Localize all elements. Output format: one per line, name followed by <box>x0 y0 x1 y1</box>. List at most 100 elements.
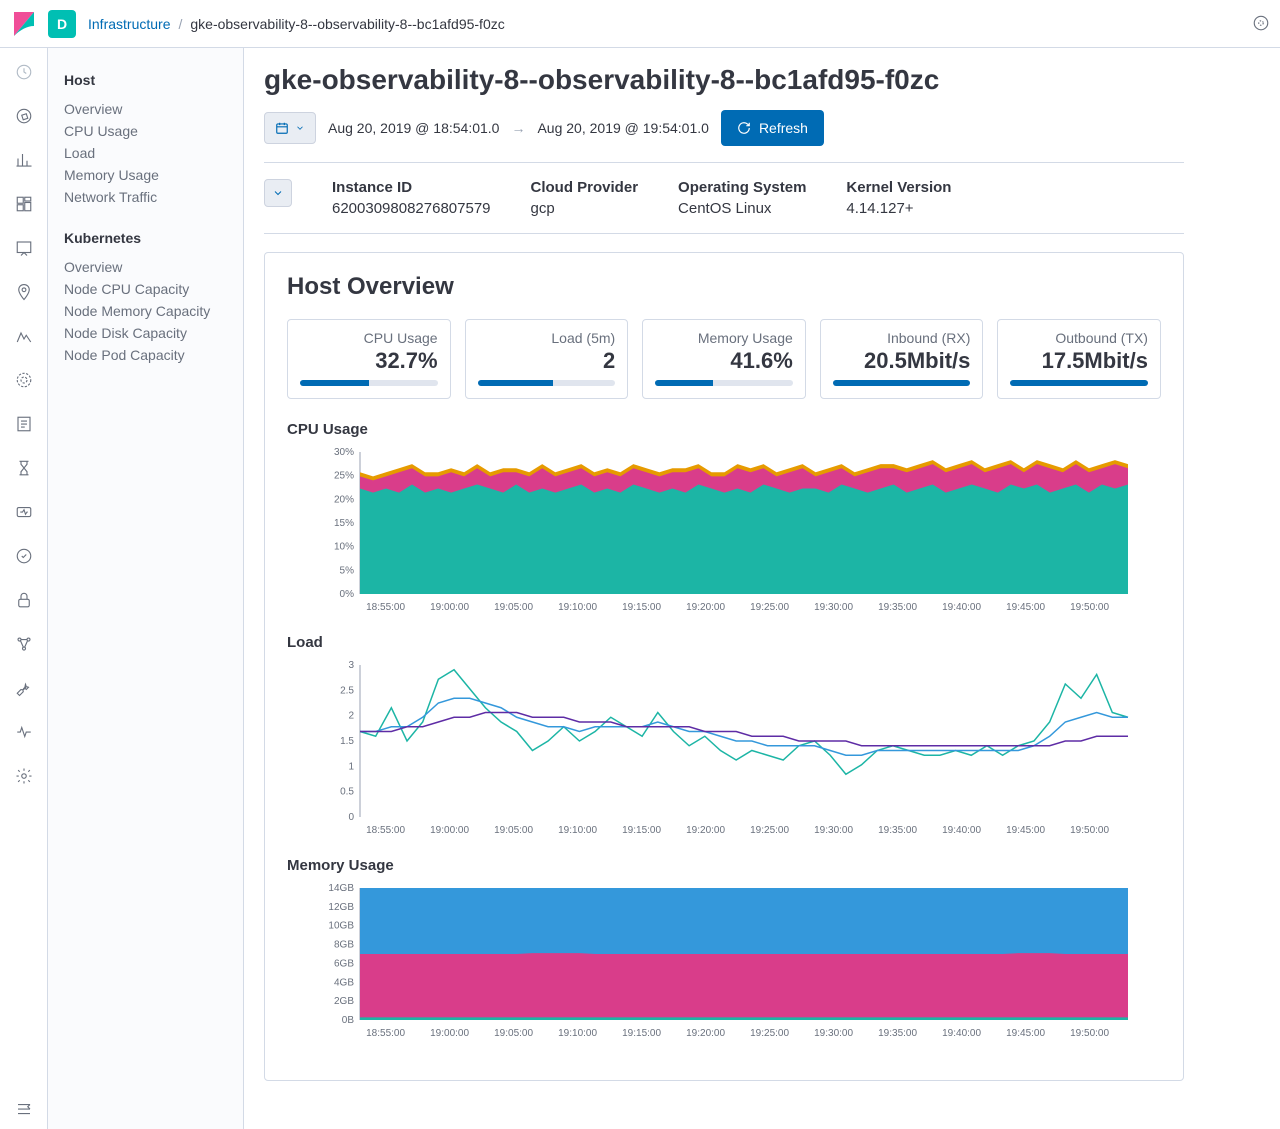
sidenav-item-overview[interactable]: Overview <box>64 98 227 120</box>
sidenav-item-node-pod[interactable]: Node Pod Capacity <box>64 344 227 366</box>
topbar: D Infrastructure / gke-observability-8--… <box>0 0 1280 48</box>
svg-text:10GB: 10GB <box>328 921 354 932</box>
discover-icon[interactable] <box>12 104 36 128</box>
logs-icon[interactable] <box>12 412 36 436</box>
svg-text:10%: 10% <box>334 542 354 553</box>
ml-icon[interactable] <box>12 324 36 348</box>
svg-text:30%: 30% <box>334 447 354 458</box>
meta-kernel: Kernel Version 4.14.127+ <box>846 179 951 217</box>
svg-text:19:25:00: 19:25:00 <box>750 1028 789 1039</box>
canvas-icon[interactable] <box>12 236 36 260</box>
svg-text:1.5: 1.5 <box>340 736 354 747</box>
svg-text:19:45:00: 19:45:00 <box>1006 1028 1045 1039</box>
siem-icon[interactable] <box>12 544 36 568</box>
sidenav-item-memory[interactable]: Memory Usage <box>64 164 227 186</box>
svg-text:19:10:00: 19:10:00 <box>558 1028 597 1039</box>
panel-title: Host Overview <box>287 273 1161 301</box>
date-picker-button[interactable] <box>264 112 316 144</box>
svg-text:19:50:00: 19:50:00 <box>1070 602 1109 613</box>
svg-text:19:35:00: 19:35:00 <box>878 602 917 613</box>
breadcrumb-parent[interactable]: Infrastructure <box>88 16 170 32</box>
meta-os: Operating System CentOS Linux <box>678 179 806 217</box>
content-area: gke-observability-8--observability-8--bc… <box>244 48 1280 1129</box>
stat-card: Memory Usage 41.6% <box>642 319 806 399</box>
dev-tools-icon[interactable] <box>12 676 36 700</box>
host-overview-panel: Host Overview CPU Usage 32.7% Load (5m) … <box>264 252 1184 1081</box>
svg-text:19:20:00: 19:20:00 <box>686 1028 725 1039</box>
svg-text:19:30:00: 19:30:00 <box>814 1028 853 1039</box>
meta-row: Instance ID 6200309808276807579 Cloud Pr… <box>264 162 1184 234</box>
refresh-icon <box>737 121 751 135</box>
svg-text:19:40:00: 19:40:00 <box>942 825 981 836</box>
collapse-icon[interactable] <box>12 1097 36 1121</box>
chart-cpu: CPU Usage 0%5%10%15%20%25%30%18:55:0019:… <box>287 421 1161 616</box>
sidenav-item-node-mem[interactable]: Node Memory Capacity <box>64 300 227 322</box>
sidenav-item-cpu[interactable]: CPU Usage <box>64 120 227 142</box>
uptime-icon[interactable] <box>12 500 36 524</box>
svg-text:4GB: 4GB <box>334 977 354 988</box>
chevron-down-icon <box>272 187 284 199</box>
sidenav-item-network[interactable]: Network Traffic <box>64 186 227 208</box>
svg-text:19:05:00: 19:05:00 <box>494 1028 533 1039</box>
sidenav-item-load[interactable]: Load <box>64 142 227 164</box>
space-badge[interactable]: D <box>48 10 76 38</box>
arrow-right-icon: → <box>511 120 525 136</box>
breadcrumb-current: gke-observability-8--observability-8--bc… <box>190 16 504 32</box>
svg-text:19:40:00: 19:40:00 <box>942 602 981 613</box>
svg-text:3: 3 <box>348 660 354 671</box>
sidenav-item-k8s-overview[interactable]: Overview <box>64 256 227 278</box>
monitoring-icon[interactable] <box>12 720 36 744</box>
svg-text:18:55:00: 18:55:00 <box>366 1028 405 1039</box>
infrastructure-icon[interactable] <box>12 368 36 392</box>
svg-text:18:55:00: 18:55:00 <box>366 825 405 836</box>
meta-instance-id: Instance ID 6200309808276807579 <box>332 179 491 217</box>
svg-text:19:10:00: 19:10:00 <box>558 825 597 836</box>
svg-text:19:35:00: 19:35:00 <box>878 1028 917 1039</box>
sidenav-heading-host: Host <box>64 72 227 88</box>
refresh-button[interactable]: Refresh <box>721 110 824 146</box>
svg-text:19:15:00: 19:15:00 <box>622 602 661 613</box>
svg-text:0: 0 <box>348 812 354 823</box>
stat-row: CPU Usage 32.7% Load (5m) 2 Memory Usage… <box>287 319 1161 399</box>
svg-text:0.5: 0.5 <box>340 787 354 798</box>
svg-text:18:55:00: 18:55:00 <box>366 602 405 613</box>
svg-text:19:20:00: 19:20:00 <box>686 825 725 836</box>
kibana-logo[interactable] <box>8 8 40 40</box>
security-icon[interactable] <box>12 588 36 612</box>
visualize-icon[interactable] <box>12 148 36 172</box>
sidenav-item-node-cpu[interactable]: Node CPU Capacity <box>64 278 227 300</box>
management-icon[interactable] <box>12 764 36 788</box>
stat-card: CPU Usage 32.7% <box>287 319 451 399</box>
sidenav-item-node-disk[interactable]: Node Disk Capacity <box>64 322 227 344</box>
memory-chart[interactable]: 0B2GB4GB6GB8GB10GB12GB14GB18:55:0019:00:… <box>287 882 1161 1042</box>
svg-text:19:05:00: 19:05:00 <box>494 825 533 836</box>
cpu-usage-chart[interactable]: 0%5%10%15%20%25%30%18:55:0019:00:0019:05… <box>287 446 1161 616</box>
recent-icon[interactable] <box>12 60 36 84</box>
time-to[interactable]: Aug 20, 2019 @ 19:54:01.0 <box>537 120 708 136</box>
svg-text:20%: 20% <box>334 494 354 505</box>
apm-icon[interactable] <box>12 456 36 480</box>
svg-text:19:25:00: 19:25:00 <box>750 602 789 613</box>
svg-text:19:00:00: 19:00:00 <box>430 602 469 613</box>
meta-collapse-button[interactable] <box>264 179 292 207</box>
calendar-icon <box>275 121 289 135</box>
svg-text:5%: 5% <box>340 565 355 576</box>
side-nav: Host Overview CPU Usage Load Memory Usag… <box>48 48 244 1129</box>
refresh-label: Refresh <box>759 120 808 136</box>
svg-text:25%: 25% <box>334 471 354 482</box>
time-from[interactable]: Aug 20, 2019 @ 18:54:01.0 <box>328 120 499 136</box>
maps-icon[interactable] <box>12 280 36 304</box>
chart-load: Load 00.511.522.5318:55:0019:00:0019:05:… <box>287 634 1161 839</box>
svg-text:19:40:00: 19:40:00 <box>942 1028 981 1039</box>
load-chart[interactable]: 00.511.522.5318:55:0019:00:0019:05:0019:… <box>287 659 1161 839</box>
svg-text:19:10:00: 19:10:00 <box>558 602 597 613</box>
svg-text:15%: 15% <box>334 518 354 529</box>
dashboard-icon[interactable] <box>12 192 36 216</box>
svg-text:0B: 0B <box>342 1015 355 1026</box>
feedback-icon[interactable] <box>1252 14 1272 34</box>
stat-card: Inbound (RX) 20.5Mbit/s <box>820 319 984 399</box>
graph-icon[interactable] <box>12 632 36 656</box>
svg-text:12GB: 12GB <box>328 902 354 913</box>
svg-text:19:15:00: 19:15:00 <box>622 825 661 836</box>
breadcrumb: Infrastructure / gke-observability-8--ob… <box>88 16 505 32</box>
